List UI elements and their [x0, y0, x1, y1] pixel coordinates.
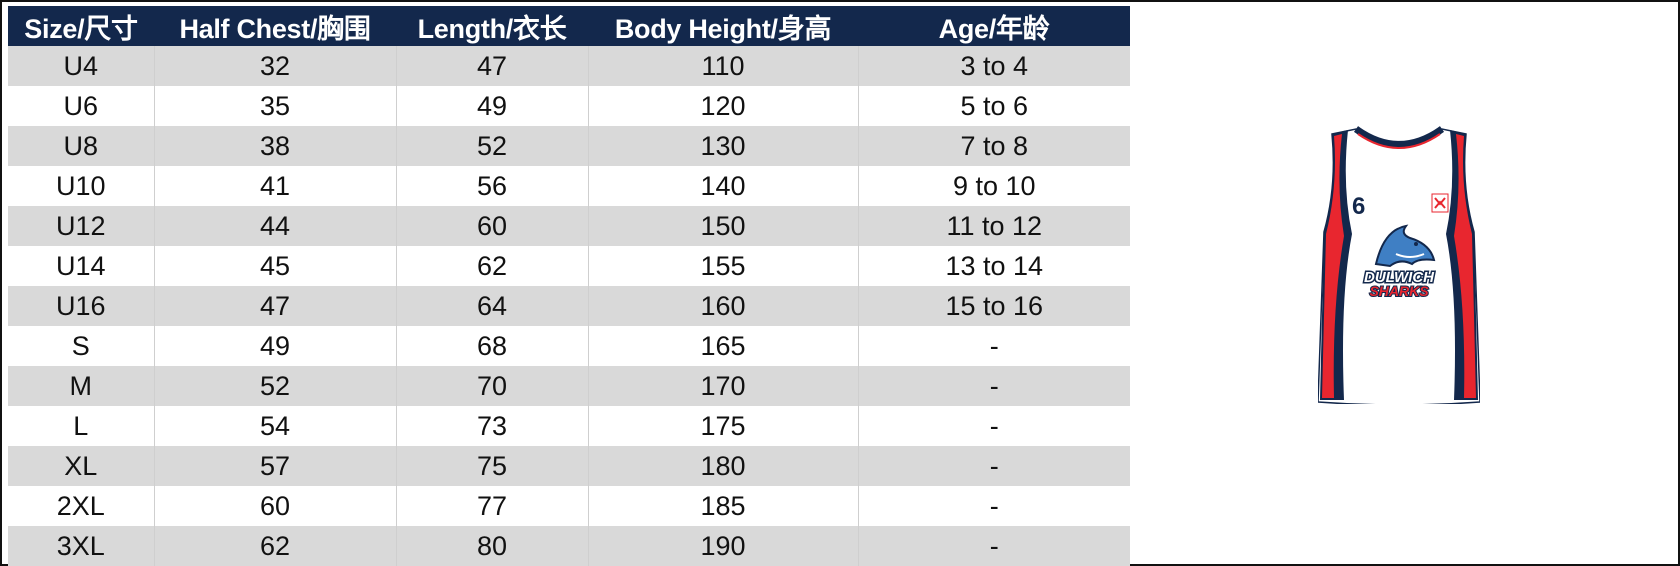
cell-size: XL [64, 450, 98, 481]
cell-body-height: 170 [587, 366, 858, 406]
cell-size: L [73, 410, 89, 441]
cell-half-chest: 57 [153, 446, 396, 486]
cell-half-chest: 52 [153, 366, 396, 406]
cell-size: U16 [55, 290, 106, 321]
cell-length: 56 [395, 166, 588, 206]
cell-length: 80 [395, 526, 588, 566]
table-row: U16 47 64 160 15 to 16 [8, 286, 1130, 326]
cell-body-height: 190 [587, 526, 858, 566]
table-header: Size/尺寸 Half Chest/胸围 Length/衣长 Body Hei… [8, 6, 1130, 46]
table-row: XL 57 75 180- [8, 446, 1130, 486]
table-row: U4 32 47 110 3 to 4 [8, 46, 1130, 86]
cell-age: 3 to 4 [857, 46, 1130, 86]
cell-body-height: 110 [587, 46, 858, 86]
cell-half-chest: 32 [153, 46, 396, 86]
cell-length: 49 [395, 86, 588, 126]
crest-icon [1431, 193, 1449, 213]
header-body-height: Body Height/身高 [614, 13, 832, 44]
cell-age: - [857, 406, 1130, 446]
header-size: Size/尺寸 [24, 13, 138, 44]
jersey-image: 6 DULWICH SHARKS [1317, 126, 1481, 406]
cell-body-height: 130 [587, 126, 858, 166]
table-row: U10 41 56 140 9 to 10 [8, 166, 1130, 206]
table-row: U14 45 62 155 13 to 14 [8, 246, 1130, 286]
header-length: Length/衣长 [417, 13, 567, 44]
table-row: U6 35 49 120 5 to 6 [8, 86, 1130, 126]
cell-age: - [857, 366, 1130, 406]
cell-size: U8 [63, 130, 98, 161]
cell-length: 75 [395, 446, 588, 486]
table-row: M 52 70 170- [8, 366, 1130, 406]
size-chart-table: Size/尺寸 Half Chest/胸围 Length/衣长 Body Hei… [8, 6, 1130, 566]
cell-half-chest: 49 [153, 326, 396, 366]
table-body: U4 32 47 110 3 to 4 U6 35 49 120 5 to 6 U8 38 52 130 7… [8, 46, 1130, 566]
cell-body-height: 160 [587, 286, 858, 326]
cell-length: 64 [395, 286, 588, 326]
cell-half-chest: 54 [153, 406, 396, 446]
cell-size: U14 [55, 250, 106, 281]
cell-age: - [857, 526, 1130, 566]
cell-length: 73 [395, 406, 588, 446]
cell-age: - [857, 446, 1130, 486]
header-age: Age/年龄 [938, 13, 1050, 44]
cell-body-height: 155 [587, 246, 858, 286]
cell-body-height: 120 [587, 86, 858, 126]
cell-body-height: 150 [587, 206, 858, 246]
cell-age: 7 to 8 [857, 126, 1130, 166]
cell-body-height: 185 [587, 486, 858, 526]
cell-length: 60 [395, 206, 588, 246]
cell-age: 9 to 10 [857, 166, 1130, 206]
cell-length: 47 [395, 46, 588, 86]
cell-size: S [71, 330, 90, 361]
cell-half-chest: 41 [153, 166, 396, 206]
cell-body-height: 165 [587, 326, 858, 366]
cell-length: 77 [395, 486, 588, 526]
cell-size: U12 [55, 210, 106, 241]
cell-age: - [857, 326, 1130, 366]
cell-length: 52 [395, 126, 588, 166]
table-row: L 54 73 175- [8, 406, 1130, 446]
cell-half-chest: 44 [153, 206, 396, 246]
cell-body-height: 140 [587, 166, 858, 206]
cell-length: 62 [395, 246, 588, 286]
cell-size: U6 [63, 90, 98, 121]
cell-length: 68 [395, 326, 588, 366]
table-row: 3XL 62 80 190- [8, 526, 1130, 566]
cell-age: 11 to 12 [857, 206, 1130, 246]
cell-size: 2XL [56, 490, 105, 521]
cell-size: U10 [55, 170, 106, 201]
cell-half-chest: 47 [153, 286, 396, 326]
cell-body-height: 175 [587, 406, 858, 446]
table-row: U12 44 60 150 11 to 12 [8, 206, 1130, 246]
cell-age: - [857, 486, 1130, 526]
cell-half-chest: 62 [153, 526, 396, 566]
cell-half-chest: 35 [153, 86, 396, 126]
cell-size: 3XL [56, 530, 105, 561]
header-half-chest: Half Chest/胸围 [179, 13, 371, 44]
cell-size: U4 [63, 50, 98, 81]
cell-age: 5 to 6 [857, 86, 1130, 126]
table-row: U8 38 52 130 7 to 8 [8, 126, 1130, 166]
table-row: 2XL 60 77 185- [8, 486, 1130, 526]
cell-half-chest: 60 [153, 486, 396, 526]
jersey-number: 6 [1352, 193, 1365, 220]
table-row: S 49 68 165- [8, 326, 1130, 366]
cell-age: 13 to 14 [857, 246, 1130, 286]
cell-length: 70 [395, 366, 588, 406]
cell-half-chest: 45 [153, 246, 396, 286]
cell-half-chest: 38 [153, 126, 396, 166]
cell-body-height: 180 [587, 446, 858, 486]
cell-size: M [69, 370, 93, 401]
logo-line2: SHARKS [1369, 283, 1429, 299]
header-row: Size/尺寸 Half Chest/胸围 Length/衣长 Body Hei… [8, 6, 1130, 46]
cell-age: 15 to 16 [857, 286, 1130, 326]
